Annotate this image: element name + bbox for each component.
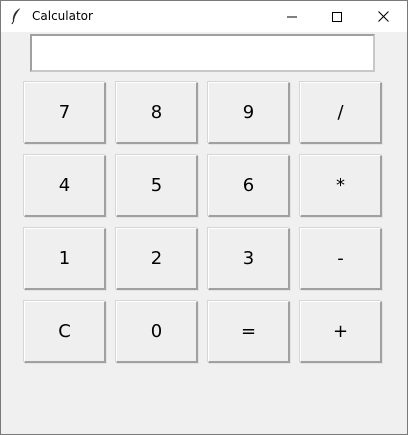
display-entry[interactable] bbox=[30, 34, 375, 72]
button-8[interactable]: 8 bbox=[116, 82, 198, 144]
close-icon bbox=[377, 11, 389, 22]
feather-icon bbox=[9, 7, 25, 25]
button-9[interactable]: 9 bbox=[208, 82, 290, 144]
subtract-button[interactable]: - bbox=[300, 228, 382, 290]
divide-button[interactable]: / bbox=[300, 82, 382, 144]
multiply-button[interactable]: * bbox=[300, 155, 382, 217]
button-1[interactable]: 1 bbox=[24, 228, 106, 290]
maximize-icon bbox=[332, 11, 342, 22]
title-bar[interactable]: Calculator bbox=[1, 1, 407, 32]
window-title: Calculator bbox=[32, 9, 93, 23]
button-3[interactable]: 3 bbox=[208, 228, 290, 290]
minimize-icon bbox=[287, 12, 297, 22]
clear-button[interactable]: C bbox=[24, 301, 106, 363]
equals-button[interactable]: = bbox=[208, 301, 290, 363]
add-button[interactable]: + bbox=[300, 301, 382, 363]
button-5[interactable]: 5 bbox=[116, 155, 198, 217]
button-7[interactable]: 7 bbox=[24, 82, 106, 144]
button-4[interactable]: 4 bbox=[24, 155, 106, 217]
maximize-button[interactable] bbox=[314, 1, 360, 32]
minimize-button[interactable] bbox=[269, 1, 315, 32]
button-2[interactable]: 2 bbox=[116, 228, 198, 290]
button-6[interactable]: 6 bbox=[208, 155, 290, 217]
close-button[interactable] bbox=[360, 1, 406, 32]
calculator-window: Calculator 7 8 9 / 4 5 6 * 1 2 3 - C 0 =… bbox=[0, 0, 408, 435]
button-0[interactable]: 0 bbox=[116, 301, 198, 363]
